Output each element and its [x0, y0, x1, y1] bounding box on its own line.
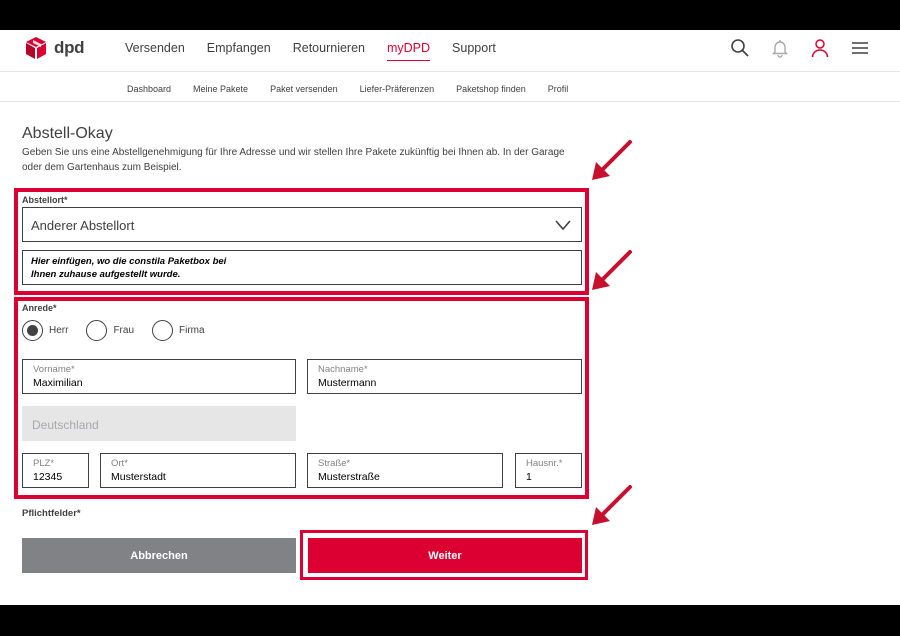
nav-mydpd[interactable]: myDPD — [386, 41, 431, 61]
radio-firma-circle[interactable] — [152, 320, 174, 341]
hausnr-value: 1 — [526, 471, 532, 483]
page: dpd Versenden Empfangen Retournieren myD… — [0, 30, 900, 605]
annotation-arrow-icon — [592, 250, 632, 290]
radio-firma-label: Firma — [179, 325, 205, 336]
radio-frau[interactable]: Frau — [86, 320, 134, 341]
ort-value: Musterstadt — [111, 471, 166, 483]
nachname-value: Mustermann — [318, 377, 377, 389]
abstellort-note-field[interactable]: Hier einfügen, wo die constila Paketbox … — [22, 250, 582, 285]
strasse-label: Straße* — [318, 458, 351, 469]
vorname-field[interactable]: Vorname* Maximilian — [22, 359, 296, 394]
chevron-down-icon — [555, 220, 571, 231]
subnav-meine-pakete[interactable]: Meine Pakete — [193, 84, 248, 94]
nav-support[interactable]: Support — [452, 41, 496, 61]
page-title: Abstell-Okay — [22, 125, 113, 142]
dpd-logo[interactable]: dpd — [24, 36, 85, 60]
nachname-field[interactable]: Nachname* Mustermann — [307, 359, 582, 394]
nav-retournieren[interactable]: Retournieren — [293, 41, 365, 61]
strasse-value: Musterstraße — [318, 471, 380, 483]
vorname-label: Vorname* — [33, 364, 75, 375]
nav-empfangen[interactable]: Empfangen — [207, 41, 271, 61]
abstellort-label: Abstellort* — [22, 195, 68, 205]
radio-firma[interactable]: Firma — [152, 320, 205, 341]
radio-herr-label: Herr — [49, 325, 69, 336]
plz-label: PLZ* — [33, 458, 55, 469]
next-button[interactable]: Weiter — [308, 538, 582, 573]
land-placeholder: Deutschland — [32, 418, 99, 432]
hausnr-label: Hausnr.* — [526, 458, 563, 469]
subnav-profil[interactable]: Profil — [548, 84, 569, 94]
sub-navigation: Dashboard Meine Pakete Paket versenden L… — [0, 72, 900, 102]
land-field: Deutschland — [22, 406, 296, 441]
subnav-liefer-praeferenzen[interactable]: Liefer-Präferenzen — [360, 84, 435, 94]
nachname-label: Nachname* — [318, 364, 368, 375]
user-icon[interactable] — [810, 38, 830, 58]
required-fields-note: Pflichtfelder* — [22, 508, 81, 519]
annotation-arrow-icon — [592, 140, 632, 180]
bell-icon[interactable] — [770, 38, 790, 58]
cancel-button[interactable]: Abbrechen — [22, 538, 296, 573]
strasse-field[interactable]: Straße* Musterstraße — [307, 453, 503, 488]
radio-frau-label: Frau — [113, 325, 135, 336]
radio-herr[interactable]: Herr — [22, 320, 68, 341]
ort-field[interactable]: Ort* Musterstadt — [100, 453, 296, 488]
nav-versenden[interactable]: Versenden — [125, 41, 185, 61]
annotation-arrow-icon — [592, 485, 632, 525]
plz-value: 12345 — [33, 471, 63, 483]
dpd-cube-icon — [26, 37, 46, 59]
abstellort-select[interactable]: Anderer Abstellort — [22, 207, 582, 242]
radio-herr-circle[interactable] — [22, 320, 43, 341]
vorname-value: Maximilian — [33, 377, 83, 389]
ort-label: Ort* — [111, 458, 128, 469]
hausnr-field[interactable]: Hausnr.* 1 — [515, 453, 582, 488]
anrede-label: Anrede* — [22, 303, 57, 313]
subnav-dashboard[interactable]: Dashboard — [127, 84, 171, 94]
plz-field[interactable]: PLZ* 12345 — [22, 453, 89, 488]
page-description: Geben Sie uns eine Abstellgenehmigung fü… — [22, 147, 565, 173]
search-icon[interactable] — [730, 38, 750, 58]
radio-frau-circle[interactable] — [86, 320, 108, 341]
anrede-radio-group: Herr Frau Firma — [22, 320, 223, 341]
subnav-paketshop-finden[interactable]: Paketshop finden — [456, 84, 526, 94]
menu-icon[interactable] — [850, 38, 870, 58]
top-navigation: dpd Versenden Empfangen Retournieren myD… — [0, 30, 900, 72]
abstellort-selected-value: Anderer Abstellort — [31, 218, 135, 233]
subnav-paket-versenden[interactable]: Paket versenden — [270, 84, 338, 94]
header-icons — [730, 38, 870, 58]
brand-name: dpd — [54, 38, 85, 57]
main-nav: Versenden Empfangen Retournieren myDPD S… — [125, 41, 496, 61]
